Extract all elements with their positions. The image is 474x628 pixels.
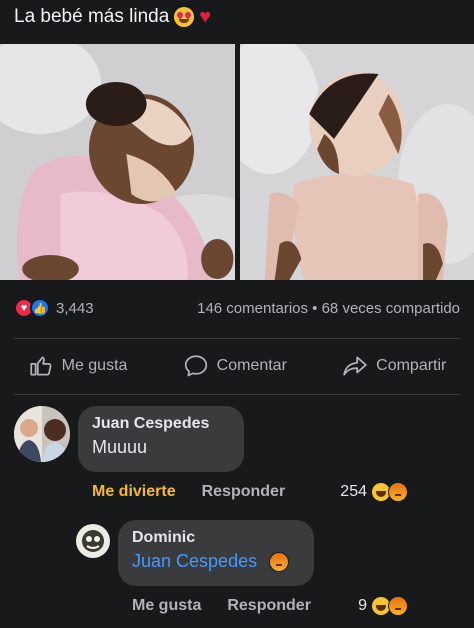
comment-reaction-count: 9: [358, 597, 367, 614]
comment-reaction-label[interactable]: Me divierte: [92, 483, 176, 501]
comment-reply-button[interactable]: Responder: [227, 597, 311, 615]
angry-icon: [388, 482, 408, 502]
comment-reply: Dominic Juan Cespedes: [76, 520, 314, 586]
divider: [14, 394, 460, 395]
comment-text: Muuuu: [92, 437, 148, 457]
comment-text: Juan Cespedes: [132, 551, 300, 572]
comment-actions: Me gusta Responder 9: [132, 596, 408, 616]
share-icon: [343, 356, 367, 376]
divider: [14, 338, 460, 339]
comments-shares-count[interactable]: 146 comentarios • 68 veces compartido: [197, 300, 460, 317]
mention-link[interactable]: Juan Cespedes: [132, 551, 257, 572]
comment-reply-button[interactable]: Responder: [202, 483, 286, 501]
comment-bubble: Dominic Juan Cespedes: [118, 520, 314, 586]
comment-author[interactable]: Juan Cespedes: [92, 415, 230, 433]
comment: Juan Cespedes Muuuu: [14, 406, 244, 472]
post-stats: ♥ 👍 3,443 146 comentarios • 68 veces com…: [14, 296, 460, 320]
share-label: Compartir: [376, 357, 447, 374]
comment-author[interactable]: Dominic: [132, 529, 300, 547]
comment-reactions[interactable]: 9: [358, 596, 408, 616]
post-caption: La bebé más linda ♥: [14, 6, 211, 28]
like-icon: 👍: [30, 298, 50, 318]
comment-bubble: Juan Cespedes Muuuu: [78, 406, 244, 472]
post-photo-right[interactable]: [239, 44, 474, 280]
reactions-count[interactable]: 3,443: [56, 300, 94, 317]
red-heart-icon: ♥: [199, 6, 212, 28]
comment-actions: Me divierte Responder 254: [92, 482, 408, 502]
heart-eyes-icon: [174, 7, 195, 27]
post-text: La bebé más linda: [14, 6, 170, 27]
like-label: Me gusta: [61, 357, 128, 374]
post-photo-left[interactable]: [0, 44, 235, 280]
share-button[interactable]: Compartir: [342, 353, 446, 379]
comment-reaction-count: 254: [340, 483, 367, 500]
comment-like-button[interactable]: Me gusta: [132, 597, 201, 615]
post-photos: [0, 44, 474, 280]
comment-reactions[interactable]: 254: [340, 482, 408, 502]
post-actions: Me gusta Comentar Compartir: [0, 348, 474, 384]
reaction-icons[interactable]: ♥ 👍: [14, 298, 50, 318]
comment-button[interactable]: Comentar: [183, 353, 287, 379]
comment-label: Comentar: [216, 357, 287, 374]
comment-icon: [184, 355, 207, 377]
thumbs-up-icon: [29, 356, 52, 376]
angry-icon: [388, 596, 408, 616]
like-button[interactable]: Me gusta: [28, 353, 128, 379]
avatar[interactable]: [14, 406, 70, 462]
avatar[interactable]: [76, 524, 110, 558]
angry-icon: [269, 551, 290, 572]
